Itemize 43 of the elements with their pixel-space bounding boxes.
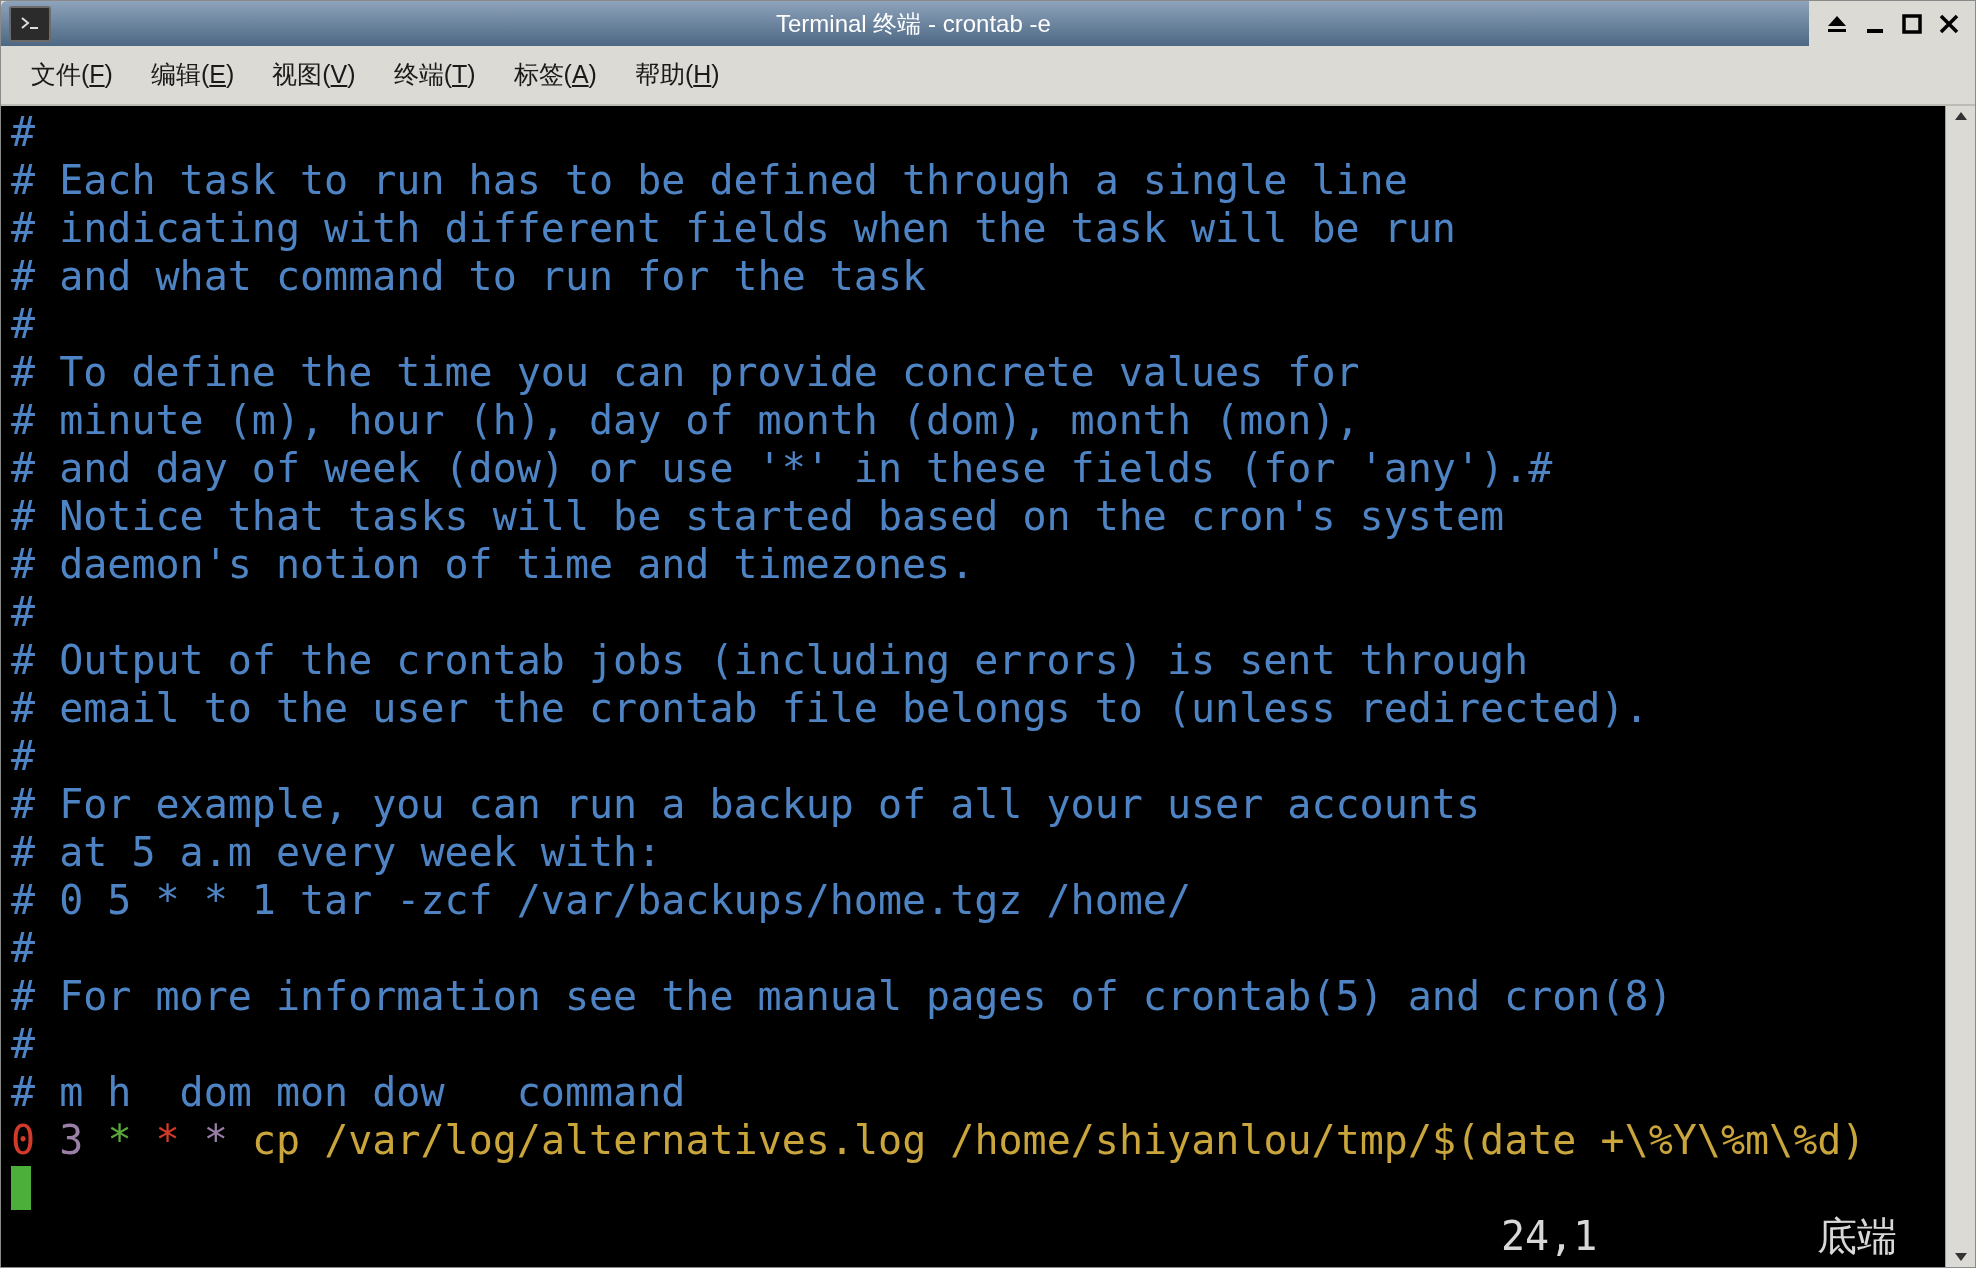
- comment-line: #: [11, 1020, 36, 1068]
- comment-line: # For example, you can run a backup of all your user accounts: [11, 780, 1480, 828]
- comment-line: # Notice that tasks will be started based on the cron's system: [11, 492, 1505, 540]
- comment-line: #: [11, 924, 36, 972]
- menu-item[interactable]: 帮助(H): [626, 56, 728, 94]
- scroll-position: 底端: [1817, 1212, 1898, 1260]
- scrollbar[interactable]: [1945, 106, 1975, 1267]
- close-icon[interactable]: [1938, 13, 1959, 34]
- comment-line: # daemon's notion of time and timezones.: [11, 540, 975, 588]
- comment-line: # minute (m), hour (h), day of month (dom), month (mon),: [11, 396, 1360, 444]
- code-token: *: [107, 1116, 132, 1164]
- comment-line: # and day of week (dow) or use '*' in these fields (for 'any').#: [11, 444, 1553, 492]
- menu-item[interactable]: 编辑(E): [142, 56, 243, 94]
- comment-line: #: [11, 108, 36, 156]
- text-cursor: [11, 1166, 31, 1210]
- code-token: 3: [59, 1116, 84, 1164]
- comment-line: # For more information see the manual pages of crontab(5) and cron(8): [11, 972, 1673, 1020]
- comment-line: # at 5 a.m every week with:: [11, 828, 662, 876]
- code-token: *: [203, 1116, 228, 1164]
- menu-item[interactable]: 视图(V): [264, 56, 364, 94]
- maximize-icon[interactable]: [1901, 13, 1922, 34]
- comment-line: # email to the user the crontab file belongs to (unless redirected).: [11, 684, 1649, 732]
- scroll-up-icon[interactable]: [1952, 110, 1969, 122]
- comment-line: # Output of the crontab jobs (including errors) is sent through: [11, 636, 1529, 684]
- code-token: 0: [11, 1116, 36, 1164]
- scroll-down-icon[interactable]: [1952, 1251, 1969, 1263]
- code-token: *: [155, 1116, 180, 1164]
- comment-line: # 0 5 * * 1 tar -zcf /var/backups/home.tgz /home/: [11, 876, 1192, 924]
- comment-line: #: [11, 588, 36, 636]
- cursor-position: 24,1: [1501, 1212, 1598, 1260]
- window-title: Terminal 终端 - crontab -e: [776, 8, 1051, 39]
- menu-item[interactable]: 文件(F): [23, 56, 121, 94]
- comment-line: # Each task to run has to be defined through a single line: [11, 156, 1408, 204]
- code-token: cp /var/log/alternatives.log /home/shiyanlou/tmp/$(date +\%Y\%m\%d): [251, 1116, 1866, 1164]
- menu-item[interactable]: 标签(A): [505, 56, 605, 94]
- comment-line: #: [11, 732, 36, 780]
- comment-line: # and what command to run for the task: [11, 252, 927, 300]
- comment-line: # indicating with different fields when the task will be run: [11, 204, 1456, 252]
- menu-item[interactable]: 终端(T): [385, 56, 484, 94]
- comment-line: #: [11, 300, 36, 348]
- comment-line: # To define the time you can provide concrete values for: [11, 348, 1360, 396]
- terminal-icon[interactable]: [9, 5, 51, 42]
- comment-line: # m h dom mon dow command: [11, 1068, 686, 1116]
